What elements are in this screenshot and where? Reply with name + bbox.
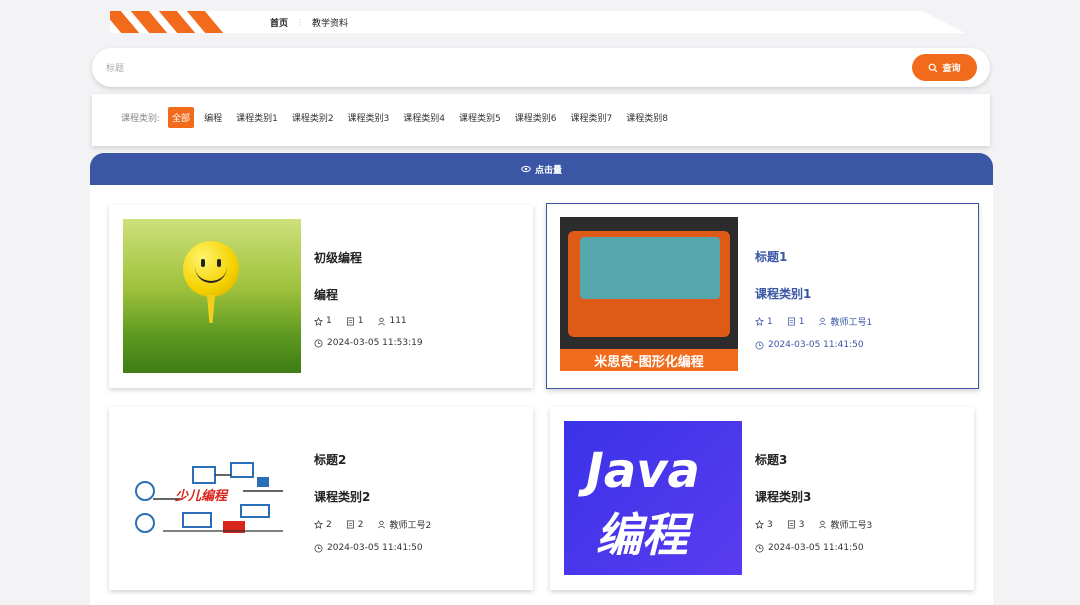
panel-header[interactable]: 点击量 <box>90 153 993 185</box>
course-card[interactable]: 少儿编程 标题2 课程类别2 2 2 教师工号2 2024-03-05 11:4… <box>109 407 533 590</box>
course-card[interactable]: 米思奇-图形化编程 标题1 课程类别1 1 1 教师工号1 2024-03-05… <box>546 203 979 389</box>
course-timestamp: 2024-03-05 11:41:50 <box>768 543 864 553</box>
course-stats: 1 1 教师工号1 <box>755 315 882 328</box>
category-chip[interactable]: 课程类别4 <box>399 107 449 128</box>
course-stats: 2 2 教师工号2 <box>314 518 441 531</box>
document-icon <box>787 317 795 326</box>
course-category: 课程类别2 <box>314 490 371 504</box>
user-icon <box>378 520 386 529</box>
kit-image: 米思奇-图形化编程 <box>560 217 738 371</box>
user-icon <box>819 317 827 326</box>
author: 教师工号2 <box>389 521 432 531</box>
course-title[interactable]: 标题3 <box>755 451 882 468</box>
stars-count: 1 <box>326 316 332 326</box>
category-chip[interactable]: 编程 <box>200 107 226 128</box>
category-chip-all[interactable]: 全部 <box>168 107 195 128</box>
star-icon <box>314 520 323 529</box>
course-category: 课程类别1 <box>755 287 812 301</box>
views-count: 3 <box>798 519 805 530</box>
views-count: 2 <box>357 519 364 530</box>
breadcrumb-home[interactable]: 首页 <box>270 16 288 29</box>
search-button-label: 查询 <box>942 64 961 74</box>
course-title[interactable]: 初级编程 <box>314 249 423 266</box>
category-chip[interactable]: 课程类别3 <box>344 107 394 128</box>
course-card[interactable]: Java 编程 标题3 课程类别3 3 3 教师工号3 2024-03-05 1… <box>550 407 974 590</box>
java-image: Java 编程 <box>564 421 742 575</box>
course-time: 2024-03-05 11:41:50 <box>755 543 882 553</box>
course-info: 标题2 课程类别2 2 2 教师工号2 2024-03-05 11:41:50 <box>314 451 441 553</box>
course-time: 2024-03-05 11:41:50 <box>755 340 882 350</box>
category-chip[interactable]: 课程类别8 <box>622 107 672 128</box>
document-icon <box>787 520 795 529</box>
java-biancheng-text: 编程 <box>596 508 688 562</box>
category-chip[interactable]: 课程类别6 <box>511 107 561 128</box>
kit-banner-text: 米思奇-图形化编程 <box>560 349 738 371</box>
eye-icon <box>521 165 531 173</box>
star-icon <box>755 520 764 529</box>
course-card[interactable]: 初级编程 编程 1 1 111 2024-03-05 11:53:19 <box>109 205 533 388</box>
author: 教师工号3 <box>830 521 873 531</box>
course-stats: 1 1 111 <box>314 316 423 326</box>
course-timestamp: 2024-03-05 11:53:19 <box>327 338 423 348</box>
clock-icon <box>314 544 323 552</box>
category-filter-box: 课程类别: 全部 编程 课程类别1 课程类别2 课程类别3 课程类别4 课程类别… <box>92 94 990 146</box>
course-panel: 点击量 初级编程 编程 1 1 111 2024-03-05 11:53:19 <box>90 153 993 605</box>
course-info: 标题1 课程类别1 1 1 教师工号1 2024-03-05 11:41:50 <box>755 248 882 350</box>
top-bar: 首页 ⋮ 教学资料 <box>110 11 965 33</box>
star-icon <box>755 317 764 326</box>
category-filter-label: 课程类别: <box>121 114 161 124</box>
course-title[interactable]: 标题2 <box>314 451 441 468</box>
breadcrumb: 首页 ⋮ 教学资料 <box>270 16 348 29</box>
course-title[interactable]: 标题1 <box>755 248 882 265</box>
category-chip[interactable]: 课程类别5 <box>455 107 505 128</box>
course-thumbnail[interactable]: Java 编程 <box>564 421 742 575</box>
stars-count: 3 <box>767 519 773 530</box>
views-count: 1 <box>357 316 364 326</box>
java-text: Java <box>586 443 700 499</box>
views-count: 1 <box>798 316 805 327</box>
course-timestamp: 2024-03-05 11:41:50 <box>768 340 864 350</box>
course-thumbnail[interactable]: 少儿编程 <box>123 421 301 575</box>
course-thumbnail[interactable]: 米思奇-图形化编程 <box>560 217 738 371</box>
course-time: 2024-03-05 11:53:19 <box>314 338 423 348</box>
category-filter: 课程类别: 全部 编程 课程类别1 课程类别2 课程类别3 课程类别4 课程类别… <box>121 107 678 128</box>
stars-count: 1 <box>767 316 773 327</box>
search-icon <box>929 63 938 72</box>
breadcrumb-separator: ⋮ <box>296 18 305 27</box>
course-category: 编程 <box>314 288 339 302</box>
category-chip[interactable]: 课程类别7 <box>566 107 616 128</box>
decor-stripes <box>110 11 238 33</box>
course-info: 标题3 课程类别3 3 3 教师工号3 2024-03-05 11:41:50 <box>755 451 882 553</box>
star-icon <box>314 316 323 326</box>
search-input[interactable]: 标题 <box>106 61 124 74</box>
document-icon <box>346 317 354 325</box>
author: 教师工号1 <box>830 318 873 328</box>
course-category: 课程类别3 <box>755 490 812 504</box>
golf-ball-image <box>123 219 301 373</box>
clock-icon <box>755 544 764 552</box>
author: 111 <box>389 316 407 326</box>
search-bar: 标题 查询 <box>92 48 990 87</box>
panel-header-label: 点击量 <box>534 165 562 176</box>
document-icon <box>346 520 354 529</box>
course-timestamp: 2024-03-05 11:41:50 <box>327 543 423 553</box>
clock-icon <box>755 341 764 349</box>
category-chip[interactable]: 课程类别2 <box>288 107 338 128</box>
course-thumbnail[interactable] <box>123 219 301 373</box>
course-time: 2024-03-05 11:41:50 <box>314 543 441 553</box>
category-chip[interactable]: 课程类别1 <box>232 107 282 128</box>
course-info: 初级编程 编程 1 1 111 2024-03-05 11:53:19 <box>314 249 423 348</box>
user-icon <box>378 317 386 325</box>
clock-icon <box>314 339 323 347</box>
kids-coding-label: 少儿编程 <box>175 489 228 504</box>
stars-count: 2 <box>326 519 332 530</box>
top-bar-background <box>110 11 965 33</box>
user-icon <box>819 520 827 529</box>
course-stats: 3 3 教师工号3 <box>755 518 882 531</box>
breadcrumb-current: 教学资料 <box>312 19 349 29</box>
kids-coding-image: 少儿编程 <box>123 421 301 575</box>
search-button[interactable]: 查询 <box>912 54 977 81</box>
